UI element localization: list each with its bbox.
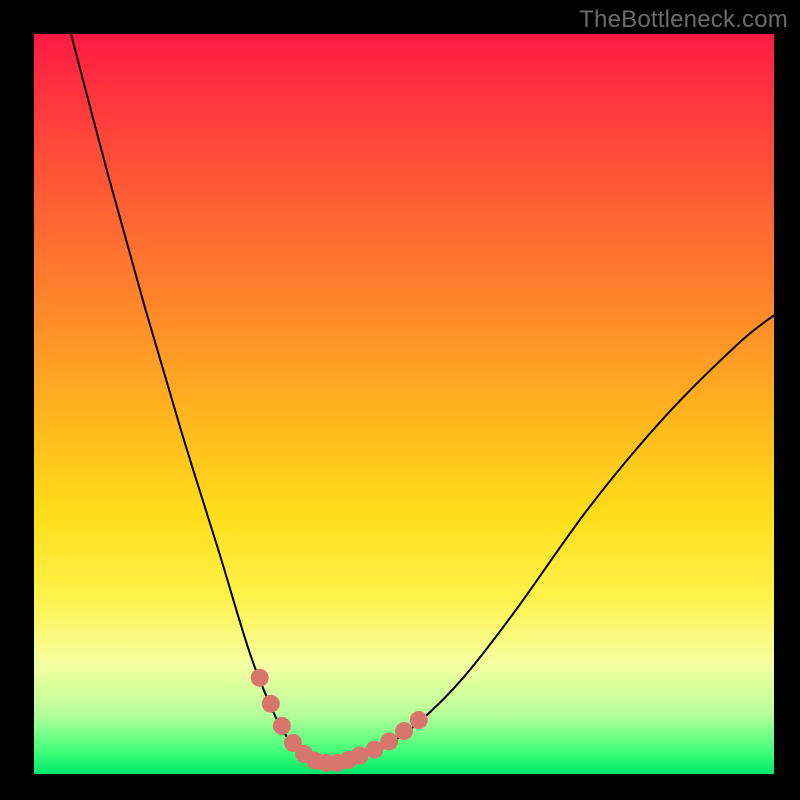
highlight-dot xyxy=(365,741,383,759)
highlight-dot xyxy=(295,745,313,763)
highlight-dot xyxy=(251,669,269,687)
highlight-dot xyxy=(328,754,346,772)
highlight-dot xyxy=(262,695,280,713)
highlight-dot xyxy=(273,717,291,735)
chart-stage: TheBottleneck.com xyxy=(0,0,800,800)
highlight-dots xyxy=(251,669,428,772)
highlight-dot xyxy=(395,722,413,740)
highlight-dot xyxy=(306,752,324,770)
highlight-dot xyxy=(284,734,302,752)
plot-area xyxy=(34,34,774,774)
highlight-dot xyxy=(351,747,369,765)
highlight-dot xyxy=(317,754,335,772)
highlight-dot xyxy=(410,711,428,729)
bottleneck-curve xyxy=(71,34,774,764)
highlight-dot xyxy=(340,751,358,769)
curve-svg xyxy=(34,34,774,774)
watermark-text: TheBottleneck.com xyxy=(579,6,788,34)
highlight-dot xyxy=(380,732,398,750)
